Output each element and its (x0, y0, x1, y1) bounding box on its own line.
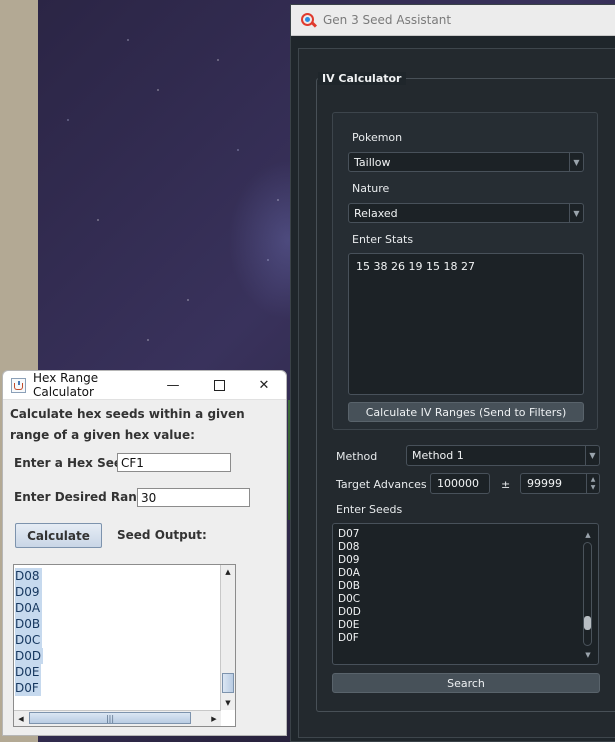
magnifier-icon (300, 12, 318, 28)
scroll-thumb[interactable]: ||| (29, 712, 191, 724)
plus-minus-label: ± (501, 478, 511, 491)
hex-seed-input[interactable]: CF1 (117, 453, 231, 472)
vertical-scrollbar[interactable]: ▲ ▼ (220, 565, 235, 710)
method-label: Method (336, 450, 378, 463)
seed-list-item: D0A (338, 567, 360, 579)
iv-calculator-title: IV Calculator (318, 72, 406, 85)
method-select[interactable]: Method 1 ▼ (406, 445, 600, 466)
seed-output-item[interactable]: D0A (15, 600, 43, 616)
stats-label: Enter Stats (352, 233, 414, 246)
calculate-button[interactable]: Calculate (15, 523, 102, 548)
scroll-track[interactable] (583, 542, 592, 646)
seed-list-item: D0E (338, 619, 360, 631)
seed-output-label: Seed Output: (117, 528, 207, 542)
hex-seed-value: CF1 (121, 455, 144, 470)
calculate-iv-ranges-button[interactable]: Calculate IV Ranges (Send to Filters) (348, 402, 584, 422)
maximize-button[interactable] (196, 371, 242, 399)
minimize-icon: — (166, 377, 180, 393)
java-coffee-icon (11, 377, 26, 393)
target-advances-input[interactable]: 100000 (430, 473, 490, 494)
hex-range-calculator-window: Hex Range Calculator — ✕ Calculate hex s… (2, 370, 287, 736)
scroll-thumb[interactable] (222, 673, 234, 693)
scroll-left-icon[interactable]: ◀ (14, 711, 28, 726)
gen3-titlebar[interactable]: Gen 3 Seed Assistant (291, 5, 615, 36)
description-line-2: range of a given hex value: (10, 428, 195, 442)
seed-output-item[interactable]: D0C (15, 632, 43, 648)
chevron-down-icon[interactable]: ▼ (569, 153, 583, 171)
seed-list-item: D08 (338, 541, 360, 553)
seed-output-item[interactable]: D0E (15, 664, 42, 680)
nature-select[interactable]: Relaxed ▼ (348, 203, 584, 223)
pokemon-select[interactable]: Taillow ▼ (348, 152, 584, 172)
scroll-up-icon[interactable]: ▲ (582, 530, 594, 540)
minimize-button[interactable]: — (150, 371, 196, 399)
scroll-right-icon[interactable]: ▶ (207, 711, 221, 726)
hex-titlebar[interactable]: Hex Range Calculator — ✕ (3, 371, 286, 400)
description-line-1: Calculate hex seeds within a given (10, 407, 245, 421)
desired-range-value: 30 (141, 490, 157, 505)
seed-output-list[interactable]: D08 D09 D0A D0B D0C D0D D0E D0F ▲ ▼ ◀ ||| ▶ (13, 564, 236, 727)
seeds-textarea[interactable]: D07 D08 D09 D0A D0B D0C D0D D0E D0F ▲ ▼ (332, 523, 599, 665)
scroll-down-icon[interactable]: ▼ (582, 650, 594, 660)
horizontal-scrollbar[interactable]: ◀ ||| ▶ (14, 710, 221, 726)
chevron-down-icon[interactable]: ▼ (585, 446, 599, 465)
seed-output-item[interactable]: D08 (15, 568, 42, 584)
scroll-down-icon[interactable]: ▼ (221, 696, 235, 710)
seed-list-item: D0F (338, 632, 359, 644)
pokemon-select-value: Taillow (354, 155, 391, 169)
seeds-scrollbar[interactable]: ▲ ▼ (582, 530, 594, 660)
nature-label: Nature (352, 182, 390, 195)
hex-window-title: Hex Range Calculator (33, 371, 99, 399)
seed-output-item[interactable]: D0F (15, 680, 41, 696)
method-select-value: Method 1 (412, 449, 464, 462)
advance-range-input[interactable]: 99999 ▲ ▼ (520, 473, 600, 494)
stats-value: 15 38 26 19 15 18 27 (356, 260, 475, 273)
gen3-window-title: Gen 3 Seed Assistant (323, 13, 452, 27)
target-advances-label: Target Advances (336, 478, 427, 491)
scroll-up-icon[interactable]: ▲ (221, 565, 235, 579)
desired-range-input[interactable]: 30 (137, 488, 250, 507)
seed-list-item: D07 (338, 528, 360, 540)
scroll-thumb[interactable] (584, 616, 591, 630)
seed-list-item: D09 (338, 554, 360, 566)
seed-output-rows: D08 D09 D0A D0B D0C D0D D0E D0F (15, 568, 44, 696)
seed-list-item: D0C (338, 593, 361, 605)
target-advances-value: 100000 (437, 477, 479, 490)
nature-select-value: Relaxed (354, 206, 398, 220)
search-button[interactable]: Search (332, 673, 600, 693)
close-icon: ✕ (258, 377, 270, 393)
spinner-arrows-icon[interactable]: ▲ ▼ (586, 474, 599, 493)
seed-list-item: D0D (338, 606, 361, 618)
advance-range-value: 99999 (527, 477, 562, 490)
seed-output-item[interactable]: D09 (15, 584, 42, 600)
maximize-icon (213, 379, 225, 391)
pokemon-label: Pokemon (352, 131, 403, 144)
close-button[interactable]: ✕ (242, 371, 286, 399)
seeds-list: D07 D08 D09 D0A D0B D0C D0D D0E D0F (338, 528, 361, 645)
seed-list-item: D0B (338, 580, 360, 592)
stats-textarea[interactable]: 15 38 26 19 15 18 27 (348, 253, 584, 395)
seed-output-item[interactable]: D0D (15, 648, 44, 664)
chevron-down-icon[interactable]: ▼ (569, 204, 583, 222)
seed-output-item[interactable]: D0B (15, 616, 43, 632)
enter-seeds-label: Enter Seeds (336, 503, 403, 516)
